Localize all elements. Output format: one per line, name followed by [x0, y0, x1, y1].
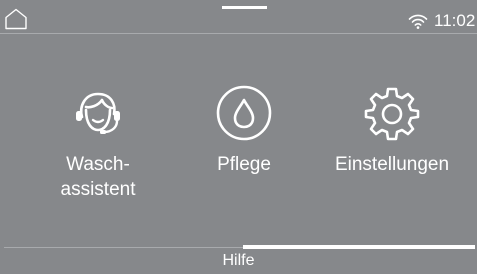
wash-assistant-label: Wasch- assistent	[60, 154, 136, 200]
care-label: Pflege	[217, 154, 271, 175]
scroll-indicator-fill	[243, 245, 475, 249]
settings-button[interactable]: Einstellungen	[330, 84, 454, 177]
home-icon[interactable]	[4, 7, 28, 31]
status-divider	[0, 33, 477, 34]
water-drop-icon	[216, 85, 272, 141]
gear-icon	[364, 87, 420, 141]
main-menu-screen: 11:02 Wasch- assistent Pflege Einstellun…	[0, 0, 477, 274]
headset-assistant-icon	[76, 92, 120, 134]
status-bar: 11:02	[0, 0, 477, 33]
settings-label: Einstellungen	[334, 154, 450, 175]
care-button[interactable]: Pflege	[186, 84, 302, 177]
clock: 11:02	[434, 11, 476, 30]
help-button[interactable]: Hilfe	[0, 250, 477, 274]
wash-assistant-button[interactable]: Wasch- assistent	[42, 84, 154, 202]
wifi-icon	[408, 14, 428, 29]
help-label: Hilfe	[222, 252, 255, 269]
scroll-indicator	[243, 245, 475, 249]
